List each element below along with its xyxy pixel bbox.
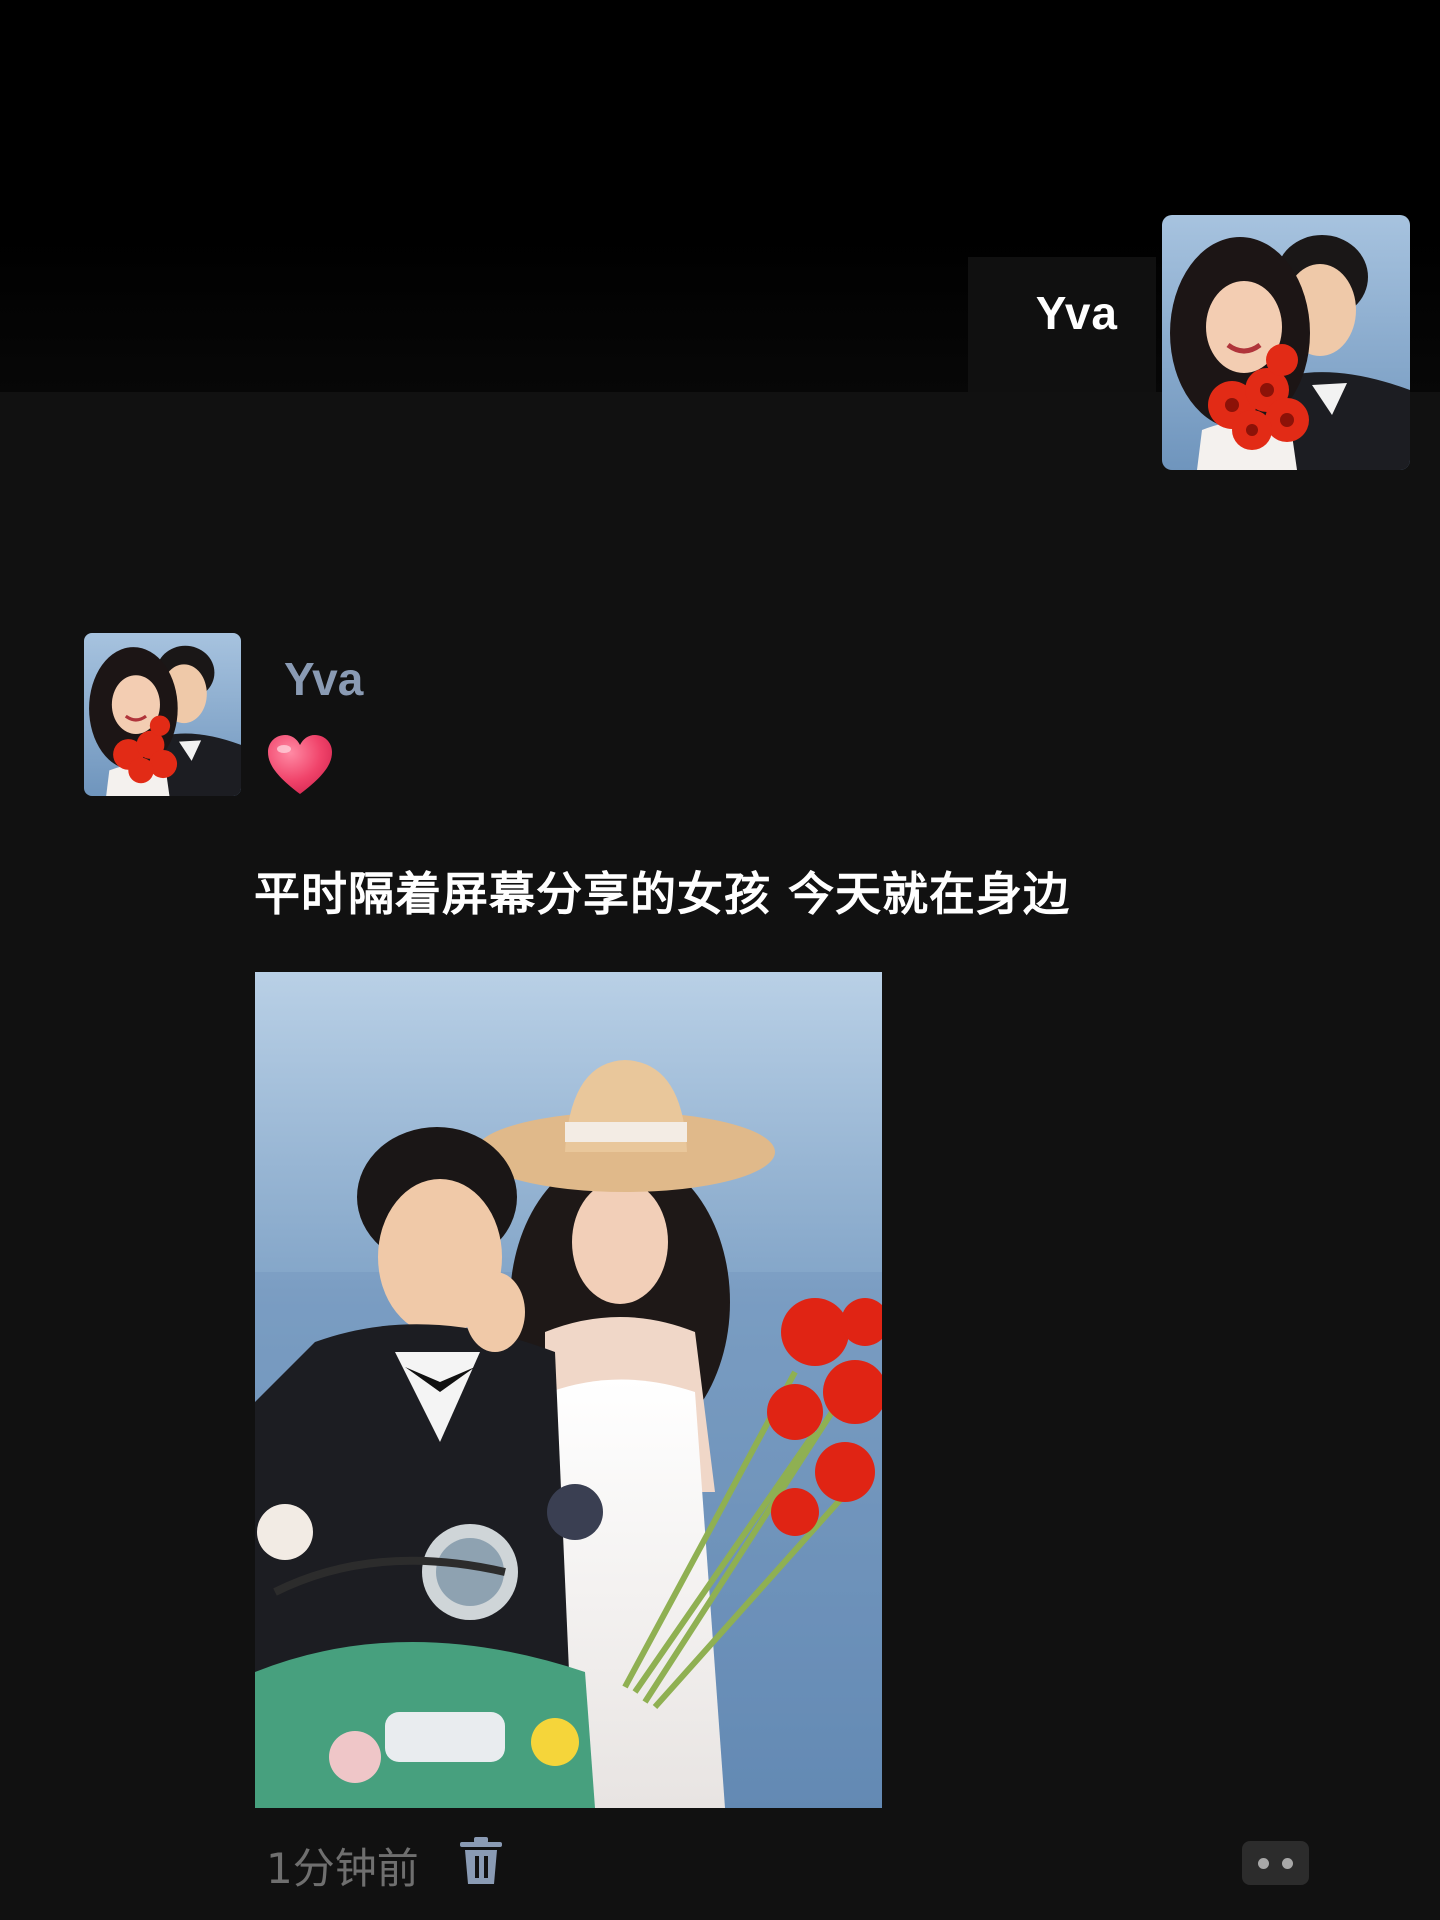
more-dot: [1282, 1858, 1293, 1869]
trash-icon[interactable]: [458, 1836, 504, 1886]
heart-emoji-icon: [266, 734, 334, 796]
post-author-avatar[interactable]: [84, 633, 241, 796]
cover-avatar[interactable]: [1162, 215, 1410, 470]
couple-photo-avatar-icon: [84, 633, 241, 796]
post-text: 平时隔着屏幕分享的女孩 今天就在身边: [254, 867, 1071, 921]
post-author-name[interactable]: Yva: [284, 652, 363, 706]
post-photo[interactable]: [255, 972, 882, 1808]
more-dot: [1258, 1858, 1269, 1869]
couple-photo-avatar-icon: [1162, 215, 1410, 470]
more-dots-icon[interactable]: [1242, 1841, 1309, 1885]
cover-username: Yva: [1035, 287, 1118, 339]
post-timestamp: 1分钟前: [266, 1844, 419, 1893]
couple-scooter-photo-icon: [255, 972, 882, 1808]
